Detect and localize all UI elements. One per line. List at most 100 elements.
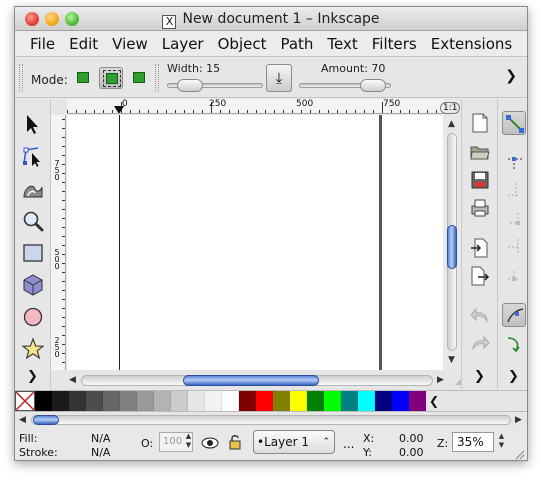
palette-more-icon[interactable]: ❮ — [426, 391, 442, 411]
palette-swatch[interactable] — [307, 391, 324, 411]
ellipse-tool[interactable] — [21, 305, 45, 329]
vertical-scroll-thumb[interactable] — [447, 225, 457, 269]
palette-swatch[interactable] — [188, 391, 205, 411]
menu-layer[interactable]: Layer — [155, 35, 211, 53]
select-tool[interactable] — [21, 113, 45, 137]
zoom-tool[interactable] — [21, 209, 45, 233]
snap-edges-button[interactable] — [502, 179, 526, 203]
lock-icon[interactable] — [228, 434, 242, 450]
palette-swatch[interactable] — [358, 391, 375, 411]
palette-swatch[interactable] — [154, 391, 171, 411]
palette-swatch[interactable] — [205, 391, 222, 411]
zoom-field[interactable]: 35% — [452, 432, 494, 452]
palette-swatch[interactable] — [86, 391, 103, 411]
new-document-button[interactable] — [468, 111, 492, 135]
palette-swatch[interactable] — [222, 391, 239, 411]
fill-value[interactable]: N/A — [91, 432, 110, 445]
palette-swatch[interactable] — [409, 391, 426, 411]
mode-selected-button[interactable] — [99, 67, 123, 89]
amount-slider-thumb[interactable] — [360, 79, 386, 92]
no-paint-swatch[interactable] — [15, 391, 35, 411]
zoom-1-to-1-button[interactable]: 1:1 — [440, 102, 461, 114]
star-tool[interactable] — [21, 337, 45, 361]
node-edit-icon — [23, 147, 40, 167]
snap-toggle-button[interactable] — [502, 111, 526, 135]
scroll-left-arrow-icon[interactable]: ◀ — [69, 375, 76, 385]
palette-scroll-thumb[interactable] — [33, 415, 59, 425]
toolbar-grip[interactable] — [155, 64, 159, 92]
palette-swatch[interactable] — [103, 391, 120, 411]
palette-swatch[interactable] — [256, 391, 273, 411]
palette-swatch[interactable] — [52, 391, 69, 411]
menu-file[interactable]: File — [23, 35, 62, 53]
drawing-canvas[interactable] — [67, 115, 443, 370]
save-button[interactable] — [468, 168, 492, 192]
opacity-spin-icon[interactable]: ▲ ▼ — [183, 432, 194, 452]
vertical-scrollbar[interactable]: ▲ ▼ — [443, 115, 461, 370]
horizontal-scrollbar[interactable]: ◀ ▶ — [51, 370, 465, 390]
export-button[interactable] — [468, 264, 492, 288]
vertical-ruler[interactable]: 7 5 0 5 0 0 2 5 0 — [51, 115, 66, 370]
palette-swatch[interactable] — [239, 391, 256, 411]
menu-view[interactable]: View — [105, 35, 155, 53]
snap-more-icon[interactable]: ❯ — [508, 369, 519, 384]
scroll-right-arrow-icon[interactable]: ▶ — [437, 375, 444, 385]
rectangle-tool[interactable] — [21, 241, 45, 265]
stroke-value[interactable]: N/A — [91, 446, 110, 459]
palette-swatch[interactable] — [137, 391, 154, 411]
current-layer-dropdown[interactable]: •Layer 1 ⌃ — [253, 430, 335, 454]
print-button[interactable] — [468, 196, 492, 220]
snap-centers-button[interactable] — [502, 263, 526, 287]
zoom-spin-icon[interactable]: ▲ ▼ — [496, 432, 507, 452]
mode-object-button[interactable] — [127, 67, 151, 89]
menu-extensions[interactable]: Extensions — [424, 35, 519, 53]
menu-path[interactable]: Path — [273, 35, 320, 53]
snap-nodes-button[interactable] — [502, 303, 526, 327]
redo-button[interactable] — [468, 332, 492, 356]
palette-swatch[interactable] — [171, 391, 188, 411]
redo-arrow-icon — [472, 335, 490, 351]
toolbox-more-icon[interactable]: ❯ — [27, 369, 38, 384]
pressure-button[interactable]: ⤓ — [266, 64, 292, 92]
resize-grip-icon[interactable] — [513, 448, 525, 460]
menu-text[interactable]: Text — [320, 35, 364, 53]
palette-swatch[interactable] — [392, 391, 409, 411]
more-ellipsis[interactable]: ... — [343, 437, 354, 451]
palette-swatch[interactable] — [120, 391, 137, 411]
menu-help[interactable]: Help — [519, 35, 527, 53]
palette-scrollbar[interactable]: ◀ ▶ — [15, 413, 527, 427]
width-slider-thumb[interactable] — [177, 79, 203, 92]
toolbar-overflow-icon[interactable]: ❯ — [505, 68, 517, 84]
palette-swatch[interactable] — [273, 391, 290, 411]
scroll-down-arrow-icon[interactable]: ▼ — [448, 355, 455, 365]
menu-filters[interactable]: Filters — [365, 35, 424, 53]
horizontal-scroll-thumb[interactable] — [183, 375, 319, 386]
snap-paths-button[interactable] — [502, 332, 526, 356]
palette-swatch[interactable] — [324, 391, 341, 411]
palette-swatch[interactable] — [69, 391, 86, 411]
scroll-up-arrow-icon[interactable]: ▲ — [448, 119, 455, 129]
palette-swatch[interactable] — [35, 391, 52, 411]
palette-scroll-track[interactable] — [31, 415, 511, 425]
eye-visibility-icon[interactable] — [201, 436, 219, 450]
open-button[interactable] — [468, 140, 492, 164]
horizontal-ruler[interactable]: 0 250 500 750 — [67, 99, 443, 114]
palette-scroll-left-icon[interactable]: ◀ — [19, 415, 26, 425]
import-button[interactable] — [468, 236, 492, 260]
toolbar-grip[interactable] — [19, 64, 23, 92]
undo-button[interactable] — [468, 304, 492, 328]
mode-union-button[interactable] — [71, 67, 95, 89]
menu-object[interactable]: Object — [211, 35, 274, 53]
snap-bbox-button[interactable] — [502, 149, 526, 173]
tweak-tool[interactable] — [21, 177, 45, 201]
snap-corners-button[interactable] — [502, 207, 526, 231]
3d-box-tool[interactable] — [21, 273, 45, 297]
commands-more-icon[interactable]: ❯ — [474, 369, 485, 384]
snap-midpoints-button[interactable] — [502, 235, 526, 259]
menu-edit[interactable]: Edit — [62, 35, 105, 53]
palette-scroll-right-icon[interactable]: ▶ — [515, 415, 522, 425]
palette-swatch[interactable] — [375, 391, 392, 411]
palette-swatch[interactable] — [341, 391, 358, 411]
palette-swatch[interactable] — [290, 391, 307, 411]
node-tool[interactable] — [21, 145, 45, 169]
